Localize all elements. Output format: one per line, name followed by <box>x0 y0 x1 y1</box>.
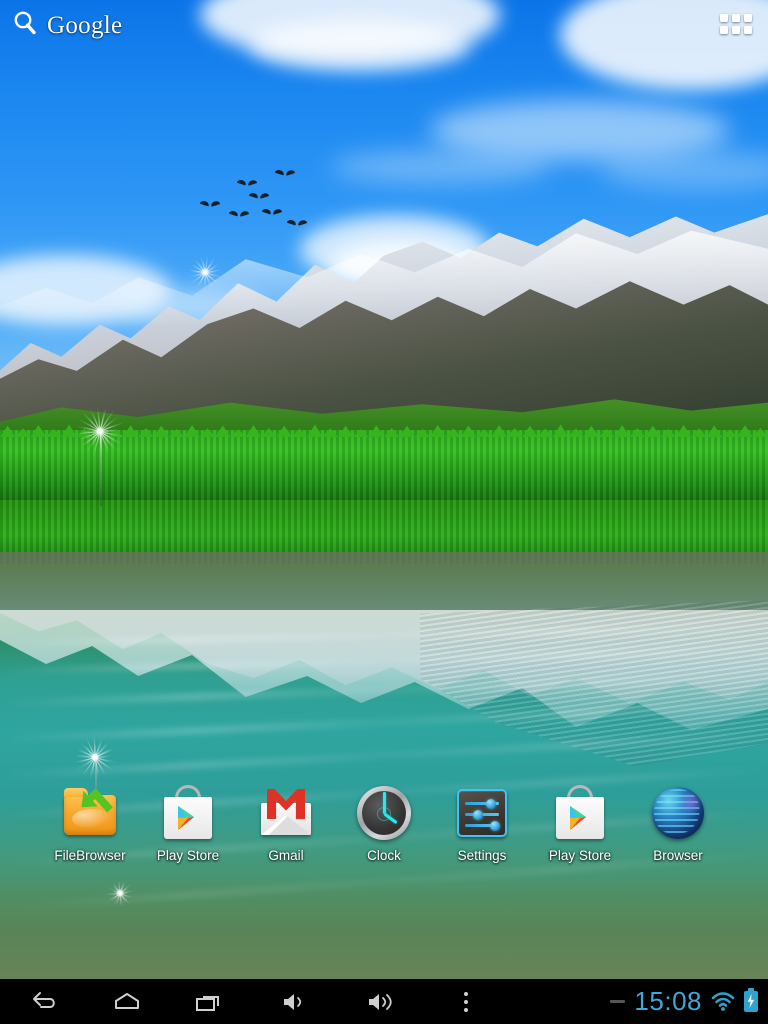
app-dock: FileBrowser Play Store Gmail Clock Setti… <box>0 783 768 883</box>
cloud <box>330 150 550 184</box>
app-icon-filebrowser[interactable]: FileBrowser <box>41 783 139 863</box>
app-label: Browser <box>653 848 703 863</box>
app-label: Play Store <box>156 848 220 863</box>
app-icon-gmail[interactable]: Gmail <box>237 783 335 863</box>
grid-cell <box>744 14 752 22</box>
app-label: Gmail <box>268 848 304 863</box>
nav-back-button[interactable] <box>8 979 82 1024</box>
play-store-bag-icon <box>550 783 610 843</box>
google-label: Google <box>47 11 123 39</box>
grid-cell <box>732 14 740 22</box>
status-area: 15:08 <box>610 979 768 1024</box>
app-label: FileBrowser <box>54 848 126 863</box>
grid-cell <box>732 26 740 34</box>
recent-apps-icon <box>194 990 224 1014</box>
app-icon-browser[interactable]: Browser <box>629 783 727 863</box>
volume-up-icon <box>366 990 396 1014</box>
app-label: Settings <box>457 848 507 863</box>
app-drawer-button[interactable] <box>720 14 752 36</box>
app-icon-settings[interactable]: Settings <box>433 783 531 863</box>
notification-dash <box>610 1000 626 1003</box>
grid-cell <box>720 14 728 22</box>
grid-cell <box>744 26 752 34</box>
system-navigation-bar: 15:08 <box>0 979 768 1024</box>
settings-sliders-icon <box>452 783 512 843</box>
dandelion-sparkle <box>187 254 223 290</box>
nav-home-button[interactable] <box>90 979 164 1024</box>
battery-charging-icon[interactable] <box>744 988 758 1012</box>
google-search-widget[interactable]: Google <box>12 10 122 41</box>
overflow-menu-icon <box>452 990 482 1014</box>
clock-analog-icon <box>354 783 414 843</box>
dandelion-sparkle <box>105 880 134 907</box>
nav-menu-button[interactable] <box>430 979 504 1024</box>
app-icon-play-store-1[interactable]: Play Store <box>139 783 237 863</box>
home-icon <box>112 990 142 1014</box>
back-arrow-icon <box>30 990 60 1014</box>
nav-recents-button[interactable] <box>172 979 246 1024</box>
cloud <box>250 20 470 72</box>
grid-cell <box>720 26 728 34</box>
app-icon-play-store-2[interactable]: Play Store <box>531 783 629 863</box>
app-icon-clock[interactable]: Clock <box>335 783 433 863</box>
volume-down-icon <box>280 990 310 1014</box>
nav-volume-up-button[interactable] <box>344 979 418 1024</box>
home-screen: Google FileBrowser Play Store Gmail Cloc… <box>0 0 768 1024</box>
app-label: Clock <box>367 848 401 863</box>
file-browser-folder-icon <box>60 783 120 843</box>
dandelion-sparkle <box>74 735 117 779</box>
search-icon[interactable] <box>12 10 38 41</box>
dandelion-stem <box>100 434 102 506</box>
dandelion-sparkle <box>75 407 126 458</box>
nav-volume-down-button[interactable] <box>258 979 332 1024</box>
browser-globe-icon <box>648 783 708 843</box>
play-store-bag-icon <box>158 783 218 843</box>
app-label: Play Store <box>548 848 612 863</box>
wifi-icon[interactable] <box>711 992 735 1011</box>
status-clock[interactable]: 15:08 <box>634 986 702 1017</box>
gmail-envelope-icon <box>256 783 316 843</box>
